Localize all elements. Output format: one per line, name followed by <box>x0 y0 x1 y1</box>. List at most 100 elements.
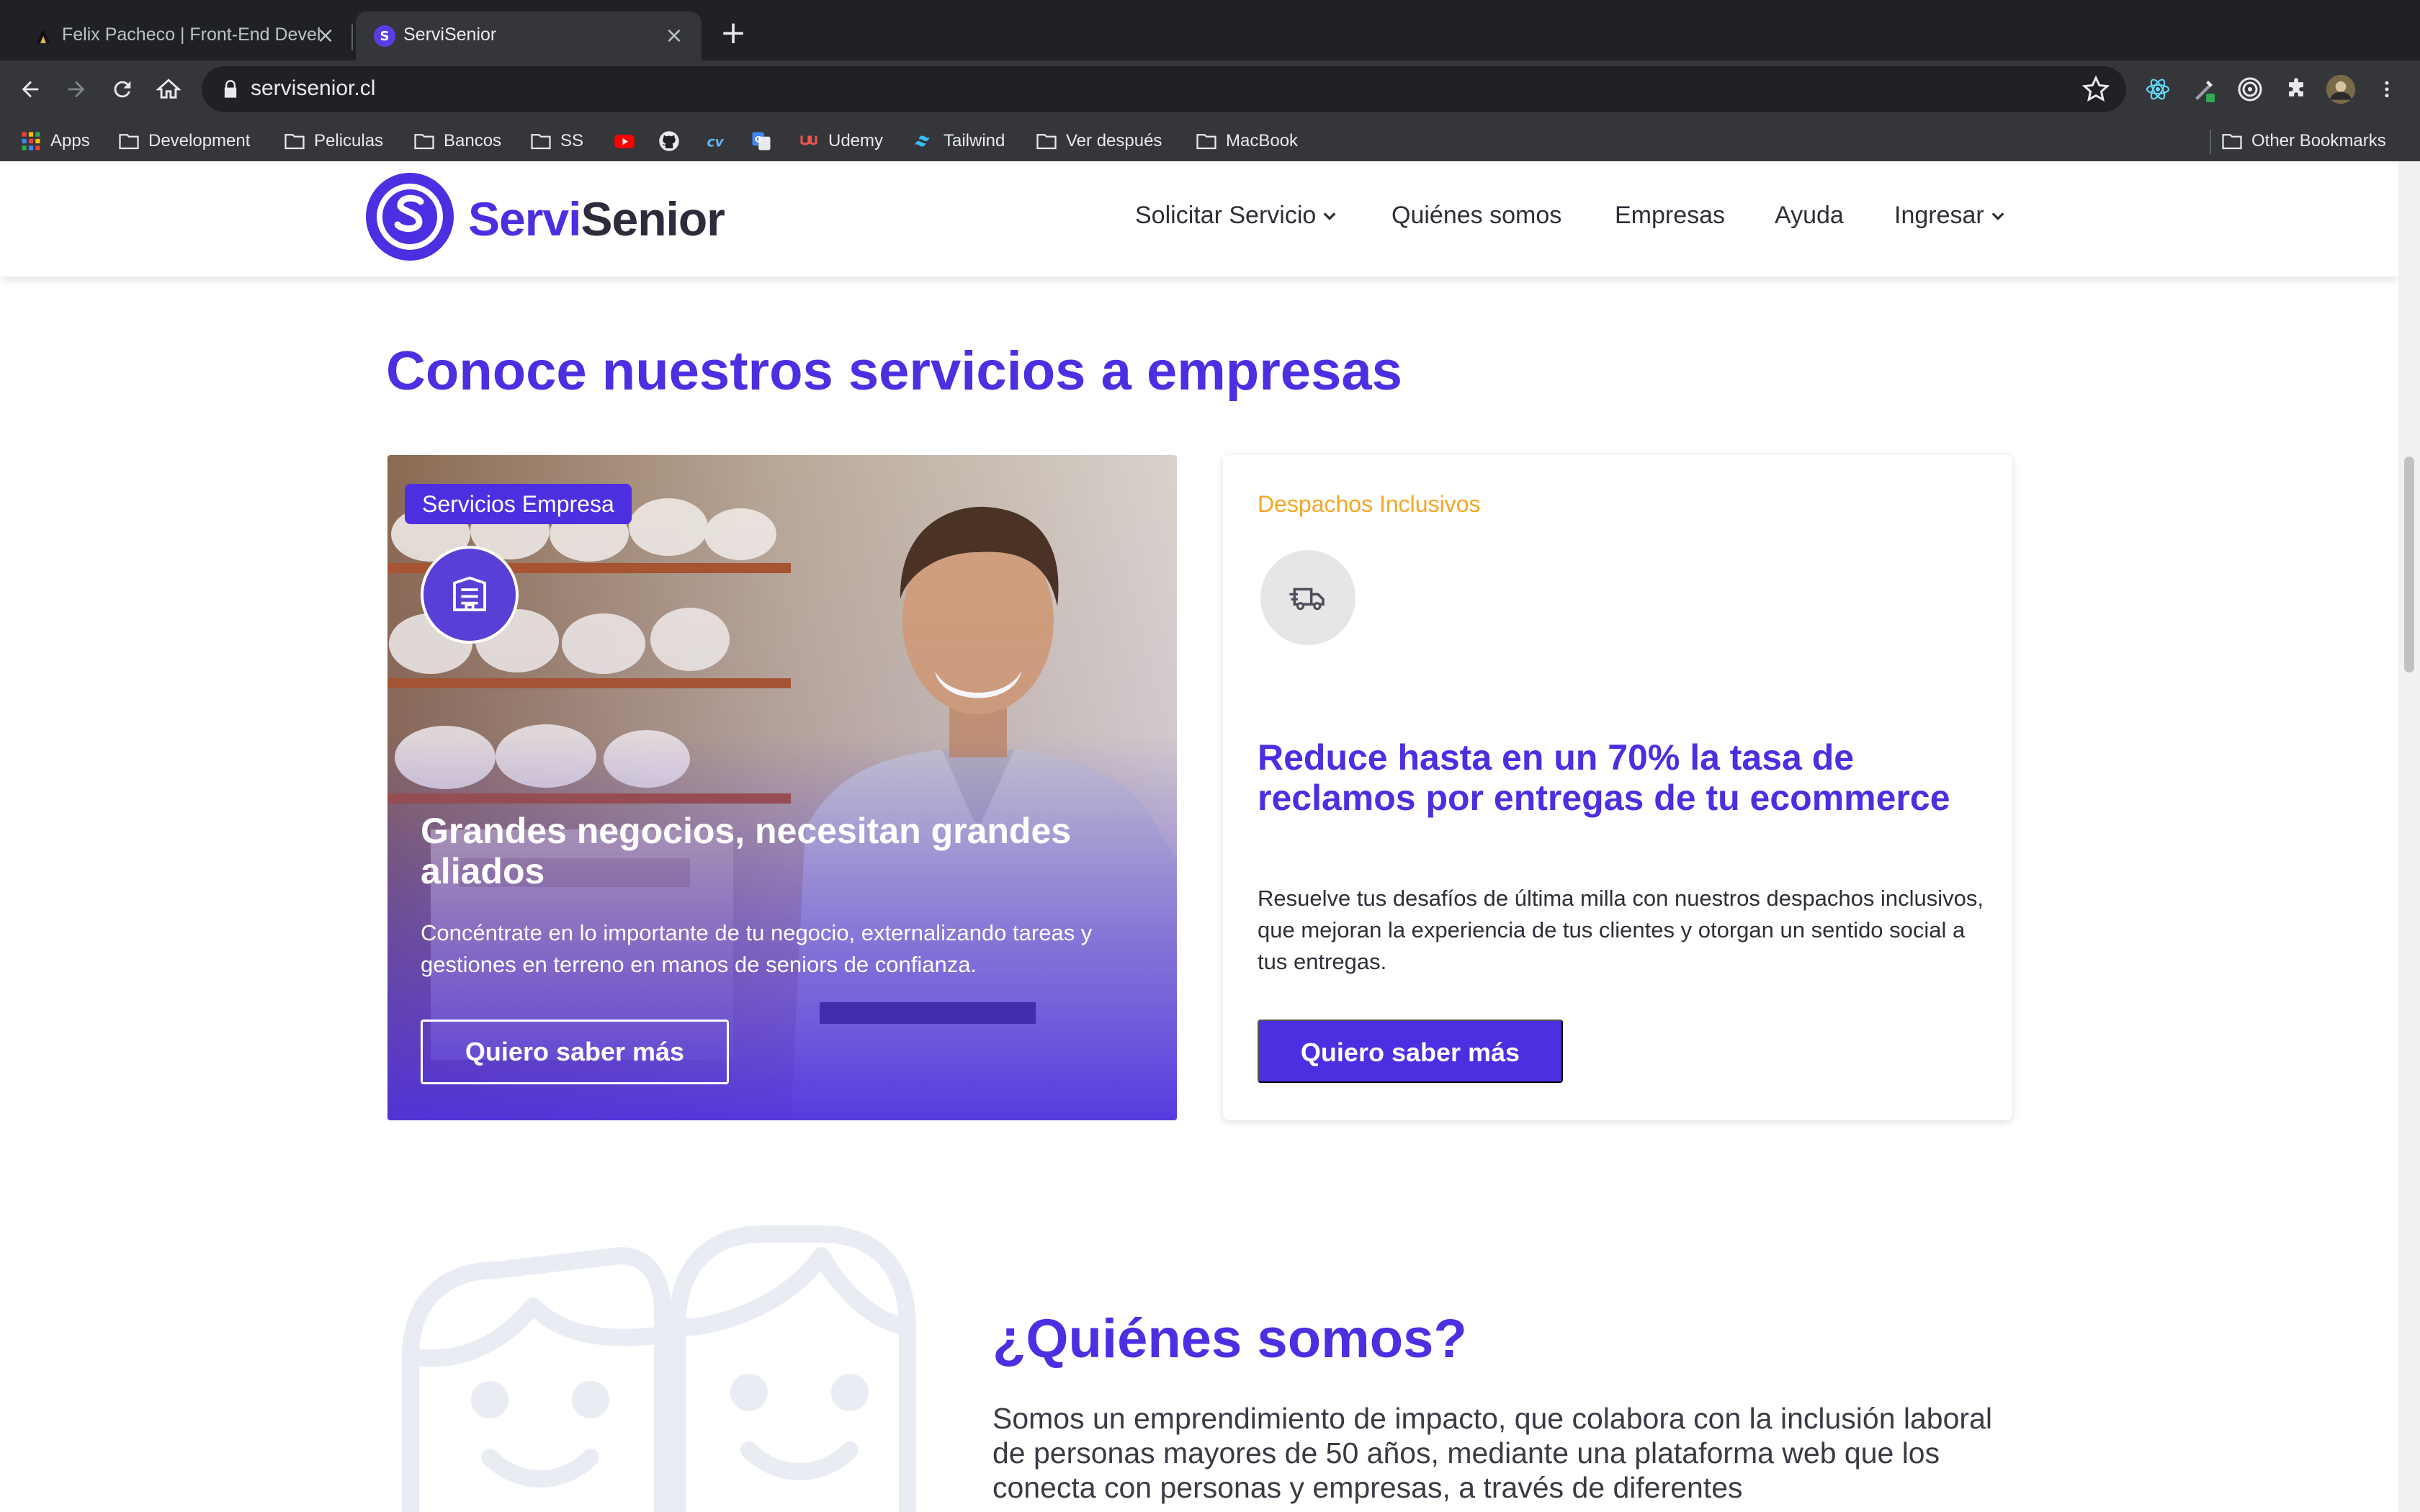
bookmark-star-icon[interactable] <box>2081 75 2110 104</box>
nav-ayuda[interactable]: Ayuda <box>1775 202 1844 230</box>
back-arrow-icon <box>22 81 39 98</box>
servisenior-favicon-icon: S <box>374 25 395 47</box>
react-devtools-extension-icon[interactable] <box>2142 73 2174 105</box>
close-tab-icon[interactable]: × <box>660 22 689 50</box>
forward-button[interactable] <box>56 69 97 109</box>
color-picker-extension-icon[interactable] <box>2188 73 2220 105</box>
tailwind-icon <box>915 135 930 147</box>
translate-icon: G <box>752 132 771 150</box>
about-title: ¿Quiénes somos? <box>992 1308 1467 1369</box>
nav-label: Empresas <box>1615 202 1726 229</box>
tab-title: Felix Pacheco | Front-End Developer <box>62 24 321 45</box>
logo-part-senior: Senior <box>581 192 725 246</box>
reload-button[interactable] <box>102 69 143 109</box>
bookmark-label: Development <box>148 131 251 150</box>
business-services-card: Servicios Empresa Grandes negocios, nece… <box>387 455 1177 1120</box>
learn-more-button[interactable]: Quiero saber más <box>421 1020 729 1084</box>
two-faces-illustration <box>402 1225 916 1512</box>
back-button[interactable] <box>10 69 50 109</box>
logo-part-servi: Servi <box>468 192 581 246</box>
building-icon-badge <box>421 546 519 644</box>
servisenior-logo-icon[interactable] <box>366 173 454 261</box>
bookmark-apps[interactable]: Apps <box>20 128 90 154</box>
folder-icon <box>2222 134 2242 150</box>
delivery-icon-badge <box>1260 550 1355 645</box>
nav-label: Quiénes somos <box>1392 202 1562 229</box>
building-icon <box>453 576 486 611</box>
bookmark-peliculas[interactable]: Peliculas <box>284 128 383 154</box>
browser-toolbar: servisenior.cl Apps Development Pelicula… <box>0 60 2420 173</box>
bookmark-macbook[interactable]: MacBook <box>1196 128 1298 154</box>
section-title: Conoce nuestros servicios a empresas <box>386 341 1402 402</box>
svg-text:cv: cv <box>707 135 724 150</box>
nav-solicitar-servicio[interactable]: Solicitar Servicio <box>1135 202 1337 230</box>
page-scrollbar[interactable] <box>2398 161 2420 1512</box>
folder-icon <box>1036 134 1057 150</box>
bookmark-label: MacBook <box>1226 131 1299 150</box>
bookmark-ss[interactable]: SS <box>530 128 583 154</box>
card-eyebrow: Despachos Inclusivos <box>1258 491 1481 517</box>
close-tab-icon[interactable]: × <box>311 22 340 50</box>
bookmark-youtube[interactable] <box>614 128 635 154</box>
nav-label: Ingresar <box>1894 202 1984 229</box>
nav-quienes-somos[interactable]: Quiénes somos <box>1392 202 1561 230</box>
category-chip: Servicios Empresa <box>405 484 632 524</box>
bookmark-other[interactable]: Other Bookmarks <box>2221 128 2386 154</box>
address-bar[interactable]: servisenior.cl <box>202 66 2126 112</box>
learn-more-button[interactable]: Quiero saber más <box>1258 1020 1563 1083</box>
bookmark-development[interactable]: Development <box>118 128 250 154</box>
target-extension-icon[interactable] <box>2234 73 2266 105</box>
card-headline: Reduce hasta en un 70% la tasa de reclam… <box>1258 737 1950 818</box>
nav-label: Solicitar Servicio <box>1135 202 1317 229</box>
bookmark-label: Apps <box>50 131 90 150</box>
bookmark-cv[interactable]: cv <box>704 128 726 154</box>
svg-text:G: G <box>755 135 761 144</box>
bookmark-translate[interactable]: G <box>750 128 772 154</box>
bookmark-udemy[interactable]: Udemy <box>798 128 883 154</box>
browser-menu-icon[interactable] <box>2371 73 2403 105</box>
card-description: Resuelve tus desafíos de última milla co… <box>1258 886 1984 974</box>
felix-favicon-icon <box>36 29 50 43</box>
github-icon <box>659 131 679 151</box>
home-button[interactable] <box>148 69 189 109</box>
browser-tab-bar: Felix Pacheco | Front-End Developer × S … <box>0 0 2420 60</box>
folder-icon <box>414 134 434 150</box>
servisenior-logo-text[interactable]: ServiSenior <box>468 192 725 246</box>
udemy-icon <box>800 135 817 145</box>
card-headline: Grandes negocios, necesitan grandes alia… <box>421 811 1072 891</box>
lock-icon <box>224 80 237 98</box>
bookmark-label: Other Bookmarks <box>2251 131 2386 150</box>
bookmarks-divider <box>2210 130 2211 154</box>
bookmark-github[interactable] <box>658 128 680 154</box>
about-description: Somos un emprendimiento de impacto, que … <box>992 1402 1992 1504</box>
folder-icon <box>119 134 139 150</box>
new-tab-button[interactable]: + <box>717 17 749 50</box>
browser-tab-felix[interactable]: Felix Pacheco | Front-End Developer × <box>14 12 353 60</box>
cv-icon: cv <box>707 135 724 150</box>
bookmark-ver-despues[interactable]: Ver después <box>1036 128 1162 154</box>
bookmark-tailwind[interactable]: Tailwind <box>913 128 1005 154</box>
chevron-down-icon <box>1991 212 2004 220</box>
bookmark-label: Bancos <box>444 131 502 150</box>
reload-icon <box>114 81 131 98</box>
bookmark-bancos[interactable]: Bancos <box>413 128 501 154</box>
forward-arrow-icon <box>68 81 85 98</box>
bookmarks-bar: Apps Development Peliculas Bancos SS cv … <box>0 118 2420 164</box>
nav-empresas[interactable]: Empresas <box>1615 202 1725 230</box>
extensions-puzzle-icon[interactable] <box>2280 73 2312 105</box>
apps-grid-icon <box>22 132 40 150</box>
tab-title: ServiSenior <box>403 24 497 45</box>
scrollbar-thumb[interactable] <box>2404 456 2414 672</box>
chevron-down-icon <box>1323 212 1336 220</box>
card-description: Concéntrate en lo importante de tu negoc… <box>421 920 1093 977</box>
folder-icon <box>1196 134 1216 150</box>
nav-label: Ayuda <box>1775 202 1844 229</box>
url-text: servisenior.cl <box>251 76 376 100</box>
profile-avatar-icon[interactable] <box>2325 73 2357 105</box>
folder-icon <box>284 134 305 150</box>
nav-ingresar[interactable]: Ingresar <box>1894 202 2006 230</box>
browser-tab-servisenior[interactable]: S ServiSenior × <box>356 12 702 60</box>
bookmark-label: Udemy <box>828 131 884 150</box>
bookmark-label: Tailwind <box>944 131 1005 150</box>
bookmark-label: SS <box>560 131 584 150</box>
